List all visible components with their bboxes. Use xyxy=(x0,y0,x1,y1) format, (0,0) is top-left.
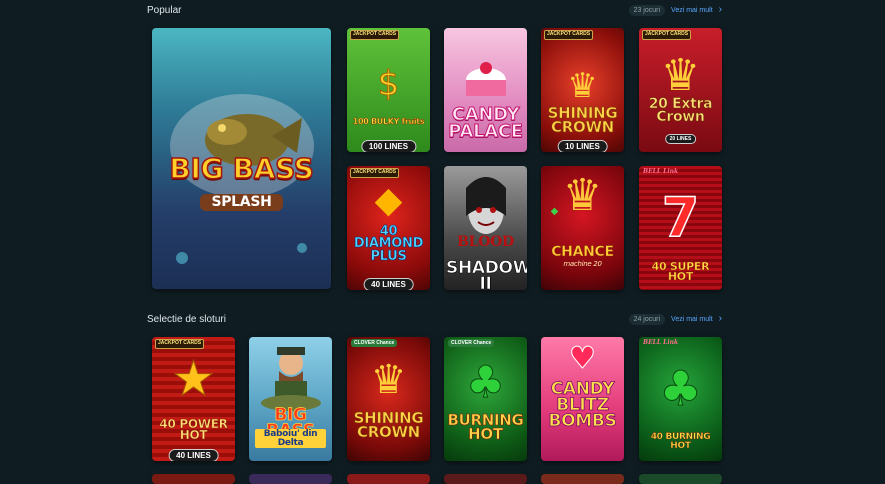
game-tile-partial[interactable] xyxy=(249,474,332,484)
jackpot-cards-badge: JACKPOT CARDS xyxy=(350,168,400,178)
lines-badge: 40 LINES xyxy=(168,449,219,461)
clover-icon: ♣ xyxy=(658,361,703,418)
section-title: Selectie de sloturi xyxy=(147,313,226,325)
game-title: BIG BASS xyxy=(169,152,315,185)
game-title: 20 Extra Crown xyxy=(648,96,713,126)
game-tile-20-extra-crown[interactable]: JACKPOT CARDS ♛ 20 Extra Crown 20 LINES xyxy=(639,28,722,152)
dollar-icon: $ xyxy=(377,64,400,105)
games-count-badge: 23 jocuri xyxy=(628,4,666,16)
popular-section-header: Popular 23 jocuri Vezi mai mult › xyxy=(147,1,722,19)
crown-icon: ♛ xyxy=(370,357,407,403)
bell-link-badge: BELL Link xyxy=(643,168,679,175)
game-tile-big-bass-splash[interactable]: BIG BASS SPLASH xyxy=(152,28,331,289)
game-title: CANDY BLITZ BOMBS xyxy=(548,379,617,432)
game-title: SHINING CROWN xyxy=(547,104,618,137)
game-tile-blood-shadow-ii[interactable]: BLOOD SHADOW II xyxy=(444,166,527,290)
bell-link-badge: BELL Link xyxy=(643,339,679,346)
lines-badge: 20 LINES xyxy=(664,134,697,144)
game-title: 40 BURNING HOT xyxy=(650,432,711,451)
game-tile-partial[interactable] xyxy=(444,474,527,484)
game-subtitle: SPLASH xyxy=(200,194,283,212)
star-icon: ★ xyxy=(171,351,216,408)
game-title: BLOOD xyxy=(457,234,514,250)
game-tile-big-bass-baboiu[interactable]: BIG BASS Baboiu' din Delta xyxy=(249,337,332,461)
clover-chance-badge: CLOVER Chance xyxy=(351,339,398,347)
see-more-link[interactable]: Vezi mai mult xyxy=(671,7,713,14)
jackpot-cards-badge: JACKPOT CARDS xyxy=(155,339,205,349)
section-controls: 23 jocuri Vezi mai mult › xyxy=(628,4,722,16)
game-title: BURNING HOT xyxy=(447,411,524,444)
game-subtitle: machine 20 xyxy=(563,260,602,268)
game-title: 40 DIAMOND PLUS xyxy=(353,224,424,264)
game-tile-burning-hot[interactable]: CLOVER Chance ♣ BURNING HOT xyxy=(444,337,527,461)
crown-icon: ♛ xyxy=(660,50,701,101)
jackpot-cards-badge: JACKPOT CARDS xyxy=(544,30,594,40)
game-tile-candy-palace[interactable]: CANDY PALACE xyxy=(444,28,527,152)
game-subtitle: SHADOW II xyxy=(446,258,527,290)
jackpot-cards-badge: JACKPOT CARDS xyxy=(642,30,692,40)
game-tile-chance-machine-20[interactable]: ♛ ◆ CHANCE machine 20 xyxy=(541,166,624,290)
section-title: Popular xyxy=(147,4,182,16)
selection-section-header: Selectie de sloturi 24 jocuri Vezi mai m… xyxy=(147,310,722,328)
game-title: 40 SUPER HOT xyxy=(651,260,710,284)
game-tile-shining-crown-clover[interactable]: CLOVER Chance ♛ SHINING CROWN xyxy=(347,337,430,461)
game-tile-partial[interactable] xyxy=(541,474,624,484)
game-tile-40-burning-hot[interactable]: BELL Link ♣ 40 BURNING HOT xyxy=(639,337,722,461)
see-more-link[interactable]: Vezi mai mult xyxy=(671,316,713,323)
chevron-right-icon[interactable]: › xyxy=(719,314,722,324)
lines-badge: 100 LINES xyxy=(360,140,417,152)
crown-icon: ♛ xyxy=(567,66,598,106)
game-title: SHINING CROWN xyxy=(353,409,424,442)
game-tile-40-power-hot[interactable]: JACKPOT CARDS ★ 40 POWER HOT 40 LINES xyxy=(152,337,235,461)
heart-icon: ♥ xyxy=(569,341,597,377)
game-tile-100-bulky-fruits[interactable]: JACKPOT CARDS $ 100 BULKY fruits 100 LIN… xyxy=(347,28,430,152)
game-tile-40-diamond-plus[interactable]: JACKPOT CARDS ◆ 40 DIAMOND PLUS 40 LINES xyxy=(347,166,430,290)
game-tile-shining-crown[interactable]: JACKPOT CARDS ♛ SHINING CROWN 10 LINES xyxy=(541,28,624,152)
diamond-icon: ◆ xyxy=(374,180,403,221)
clover-chance-badge: CLOVER Chance xyxy=(448,339,495,347)
gem-icon: ◆ xyxy=(550,206,559,217)
section-controls: 24 jocuri Vezi mai mult › xyxy=(628,313,722,325)
jackpot-cards-badge: JACKPOT CARDS xyxy=(350,30,400,40)
game-title: 40 POWER HOT xyxy=(159,417,228,443)
seven-icon: 7 xyxy=(661,185,700,250)
game-title: CHANCE xyxy=(551,244,614,260)
game-tile-candy-blitz-bombs[interactable]: ♥ CANDY BLITZ BOMBS xyxy=(541,337,624,461)
lines-badge: 10 LINES xyxy=(557,140,608,152)
game-tile-partial[interactable] xyxy=(639,474,722,484)
game-title: CANDY PALACE xyxy=(448,104,524,143)
game-tile-partial[interactable] xyxy=(347,474,430,484)
game-tile-40-super-hot[interactable]: BELL Link 7 40 SUPER HOT xyxy=(639,166,722,290)
game-subtitle: Baboiu' din Delta xyxy=(255,429,326,449)
game-title: 100 BULKY fruits xyxy=(352,117,425,126)
lines-badge: 40 LINES xyxy=(363,278,414,290)
game-tile-partial[interactable] xyxy=(152,474,235,484)
clover-icon: ♣ xyxy=(465,357,506,409)
chevron-right-icon[interactable]: › xyxy=(719,5,722,15)
games-count-badge: 24 jocuri xyxy=(628,313,666,325)
